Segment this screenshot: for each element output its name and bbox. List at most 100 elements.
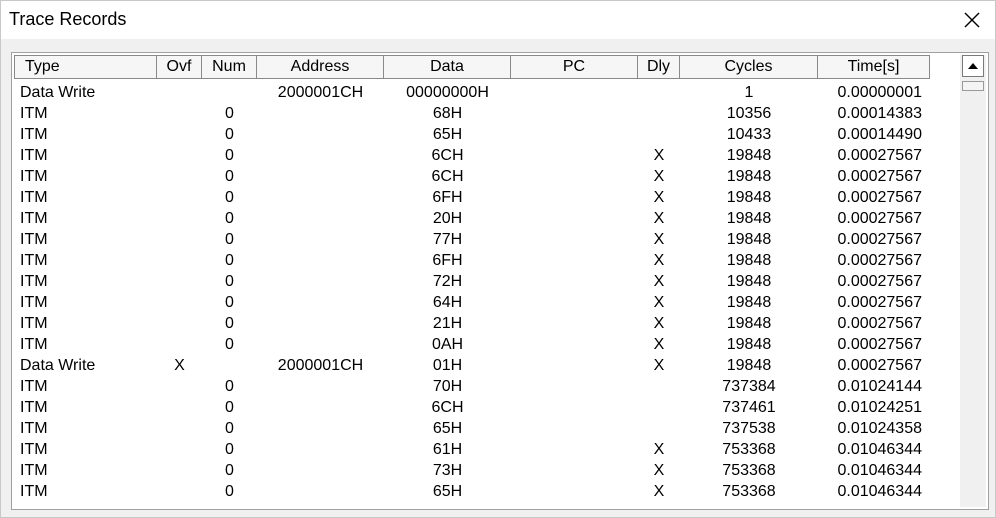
cell-ovf (157, 439, 202, 460)
table-row[interactable]: ITM 0 65H 737538 0.01024358 (14, 418, 930, 439)
table-row[interactable]: ITM 0 65H X 753368 0.01046344 (14, 481, 930, 502)
cell-time: 0.00014490 (837, 126, 922, 143)
cell-data: 77H (432, 231, 463, 248)
table-row[interactable]: ITM 0 6CH X 19848 0.00027567 (14, 166, 930, 187)
cell-data: 6CH (431, 399, 464, 416)
table-row[interactable]: ITM 0 61H X 753368 0.01046344 (14, 439, 930, 460)
cell-dly: X (653, 441, 665, 458)
cell-type: ITM (20, 378, 48, 395)
cell-data: 65H (432, 126, 463, 143)
cell-data: 0AH (431, 336, 464, 353)
cell-pc (511, 355, 638, 376)
cell-dly: X (653, 336, 665, 353)
column-header-type[interactable]: Type (14, 55, 157, 79)
cell-cycles: 19848 (726, 252, 772, 269)
table-row[interactable]: ITM 0 0AH X 19848 0.00027567 (14, 334, 930, 355)
cell-address (257, 313, 384, 334)
column-header-address[interactable]: Address (257, 55, 384, 79)
cell-cycles: 753368 (722, 462, 776, 479)
table-row[interactable]: ITM 0 20H X 19848 0.00027567 (14, 208, 930, 229)
cell-dly (638, 124, 680, 145)
cell-cycles: 10356 (726, 105, 772, 122)
table-row[interactable]: ITM 0 77H X 19848 0.00027567 (14, 229, 930, 250)
cell-pc (511, 208, 638, 229)
cell-cycles: 753368 (722, 441, 776, 458)
cell-ovf (157, 166, 202, 187)
cell-num: 0 (225, 189, 234, 206)
column-header-ovf[interactable]: Ovf (157, 55, 202, 79)
table-row[interactable]: ITM 0 72H X 19848 0.00027567 (14, 271, 930, 292)
cell-ovf (157, 334, 202, 355)
cell-pc (511, 376, 638, 397)
cell-time: 0.00027567 (837, 315, 922, 332)
column-header-data[interactable]: Data (384, 55, 511, 79)
vertical-scrollbar[interactable] (960, 55, 986, 507)
column-header-pc[interactable]: PC (511, 55, 638, 79)
cell-time: 0.01046344 (837, 483, 922, 500)
table-row[interactable]: ITM 0 73H X 753368 0.01046344 (14, 460, 930, 481)
cell-cycles: 10433 (726, 126, 772, 143)
cell-data: 64H (432, 294, 463, 311)
cell-type: ITM (20, 483, 48, 500)
cell-num: 0 (225, 231, 234, 248)
cell-data: 6FH (432, 252, 463, 269)
cell-pc (511, 481, 638, 502)
cell-dly: X (653, 483, 665, 500)
table-row[interactable]: ITM 0 21H X 19848 0.00027567 (14, 313, 930, 334)
cell-dly: X (653, 252, 665, 269)
cell-cycles: 737384 (722, 378, 776, 395)
cell-type: ITM (20, 168, 48, 185)
cell-address: 2000001CH (277, 357, 364, 374)
cell-time: 0.00027567 (837, 357, 922, 374)
cell-ovf (157, 313, 202, 334)
cell-pc (511, 292, 638, 313)
table-row[interactable]: ITM 0 65H 10433 0.00014490 (14, 124, 930, 145)
cell-pc (511, 229, 638, 250)
cell-dly: X (653, 294, 665, 311)
scroll-thumb[interactable] (962, 81, 984, 91)
cell-cycles: 1 (744, 84, 754, 101)
cell-ovf (157, 229, 202, 250)
table-row[interactable]: ITM 0 64H X 19848 0.00027567 (14, 292, 930, 313)
cell-time: 0.00027567 (837, 210, 922, 227)
cell-address (257, 292, 384, 313)
table-row[interactable]: ITM 0 6CH X 19848 0.00027567 (14, 145, 930, 166)
cell-address (257, 460, 384, 481)
cell-dly (638, 103, 680, 124)
table-row[interactable]: ITM 0 70H 737384 0.01024144 (14, 376, 930, 397)
cell-ovf (157, 271, 202, 292)
column-header-cycles[interactable]: Cycles (680, 55, 818, 79)
arrow-up-icon (968, 63, 978, 69)
cell-num: 0 (225, 210, 234, 227)
cell-pc (511, 313, 638, 334)
trace-records-window: Trace Records Type Ovf Num Address Data PC Dly… (0, 0, 996, 518)
cell-dly: X (653, 462, 665, 479)
scroll-up-button[interactable] (962, 55, 984, 77)
cell-ovf (157, 250, 202, 271)
table-row[interactable]: Data Write 2000001CH 00000000H 1 0.00000001 (14, 82, 930, 103)
cell-ovf (157, 292, 202, 313)
cell-address (257, 229, 384, 250)
cell-ovf (157, 187, 202, 208)
cell-num: 0 (225, 147, 234, 164)
table-row[interactable]: ITM 0 6FH X 19848 0.00027567 (14, 250, 930, 271)
table-row[interactable]: ITM 0 6CH 737461 0.01024251 (14, 397, 930, 418)
column-header-time[interactable]: Time[s] (818, 55, 930, 79)
cell-type: ITM (20, 462, 48, 479)
column-header-num[interactable]: Num (202, 55, 257, 79)
cell-dly (638, 82, 680, 103)
cell-pc (511, 145, 638, 166)
cell-num: 0 (225, 315, 234, 332)
table-row[interactable]: ITM 0 68H 10356 0.00014383 (14, 103, 930, 124)
cell-dly: X (653, 147, 665, 164)
cell-time: 0.01024144 (837, 378, 922, 395)
cell-data: 6CH (431, 147, 464, 164)
cell-num: 0 (225, 378, 234, 395)
column-header-dly[interactable]: Dly (638, 55, 680, 79)
table-row[interactable]: Data Write X 2000001CH 01H X 19848 0.00027567 (14, 355, 930, 376)
cell-data: 20H (432, 210, 463, 227)
trace-list[interactable]: Type Ovf Num Address Data PC Dly Cycles Time[s] … (11, 52, 989, 510)
table-row[interactable]: ITM 0 6FH X 19848 0.00027567 (14, 187, 930, 208)
close-button[interactable] (955, 5, 989, 35)
cell-type: ITM (20, 315, 48, 332)
